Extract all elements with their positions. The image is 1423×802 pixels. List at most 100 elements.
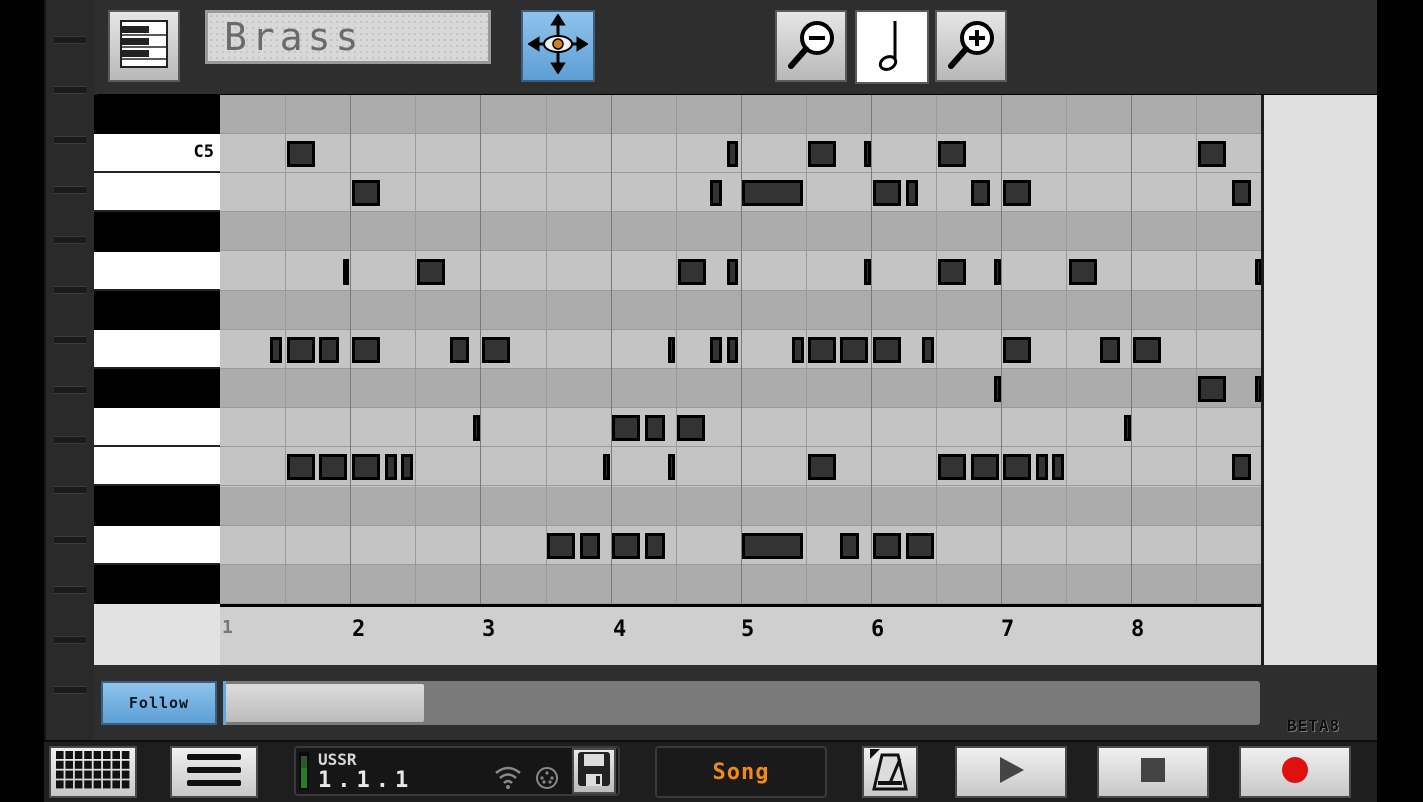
piano-black-key[interactable] — [94, 487, 220, 526]
midi-note[interactable] — [352, 180, 380, 206]
midi-note[interactable] — [1133, 337, 1161, 363]
midi-note[interactable] — [270, 337, 282, 363]
midi-note[interactable] — [401, 454, 413, 480]
stop-button[interactable] — [1097, 746, 1209, 798]
midi-note[interactable] — [319, 454, 347, 480]
midi-note[interactable] — [808, 454, 836, 480]
midi-note[interactable] — [1124, 415, 1131, 441]
midi-note[interactable] — [287, 141, 315, 167]
midi-note[interactable] — [938, 454, 966, 480]
midi-note[interactable] — [710, 337, 722, 363]
midi-note[interactable] — [808, 141, 836, 167]
follow-button[interactable]: Follow — [101, 681, 217, 725]
midi-note[interactable] — [547, 533, 575, 559]
midi-note[interactable] — [808, 337, 836, 363]
play-button[interactable] — [955, 746, 1067, 798]
piano-black-key[interactable] — [94, 291, 220, 330]
midi-note[interactable] — [417, 259, 445, 285]
piano-view-button[interactable] — [108, 10, 180, 82]
midi-note[interactable] — [668, 337, 675, 363]
midi-note[interactable] — [580, 533, 600, 559]
piano-white-key[interactable] — [94, 252, 220, 291]
midi-note[interactable] — [1232, 454, 1251, 480]
midi-note[interactable] — [1069, 259, 1097, 285]
midi-note[interactable] — [792, 337, 804, 363]
midi-note[interactable] — [922, 337, 934, 363]
midi-note[interactable] — [450, 337, 469, 363]
midi-note[interactable] — [482, 337, 510, 363]
midi-note[interactable] — [710, 180, 722, 206]
midi-note[interactable] — [971, 180, 990, 206]
midi-note[interactable] — [1003, 337, 1031, 363]
midi-note[interactable] — [612, 533, 640, 559]
midi-note[interactable] — [1100, 337, 1120, 363]
song-mode-button[interactable]: Song — [655, 746, 827, 798]
piano-black-key[interactable] — [94, 565, 220, 604]
midi-note[interactable] — [645, 415, 665, 441]
midi-note[interactable] — [1036, 454, 1048, 480]
midi-note[interactable] — [645, 533, 665, 559]
piano-white-key[interactable] — [94, 173, 220, 212]
midi-note[interactable] — [668, 454, 675, 480]
midi-note[interactable] — [840, 533, 859, 559]
midi-note[interactable] — [727, 259, 738, 285]
midi-note[interactable] — [352, 337, 380, 363]
midi-note[interactable] — [473, 415, 480, 441]
timeline-ruler[interactable]: 1 2 3 4 5 6 7 8 — [220, 604, 1261, 665]
midi-icon[interactable] — [535, 766, 559, 794]
midi-note[interactable] — [873, 337, 901, 363]
piano-black-key[interactable] — [94, 212, 220, 251]
piano-white-key[interactable] — [94, 330, 220, 369]
midi-note[interactable] — [873, 180, 901, 206]
metronome-button[interactable] — [862, 746, 918, 798]
midi-note[interactable] — [1198, 141, 1226, 167]
midi-note[interactable] — [742, 533, 803, 559]
midi-note[interactable] — [971, 454, 999, 480]
piano-white-key[interactable]: C5 — [94, 134, 220, 173]
midi-note[interactable] — [343, 259, 349, 285]
midi-note[interactable] — [603, 454, 610, 480]
note-length-button[interactable] — [855, 10, 929, 84]
piano-keyboard[interactable]: C5 — [94, 95, 220, 604]
zoom-in-button[interactable] — [935, 10, 1007, 82]
midi-note[interactable] — [319, 337, 339, 363]
midi-note[interactable] — [1052, 454, 1064, 480]
midi-note[interactable] — [385, 454, 397, 480]
midi-note[interactable] — [840, 337, 868, 363]
midi-note[interactable] — [352, 454, 380, 480]
piano-white-key[interactable] — [94, 408, 220, 447]
midi-note[interactable] — [677, 415, 705, 441]
scrollbar-thumb[interactable] — [225, 684, 424, 722]
move-view-button[interactable] — [521, 10, 595, 82]
midi-note[interactable] — [864, 259, 871, 285]
midi-note[interactable] — [287, 337, 315, 363]
midi-note[interactable] — [1232, 180, 1251, 206]
midi-note[interactable] — [1003, 180, 1031, 206]
piano-white-key[interactable] — [94, 447, 220, 486]
midi-note[interactable] — [727, 337, 738, 363]
midi-note[interactable] — [612, 415, 640, 441]
midi-note[interactable] — [906, 533, 934, 559]
wifi-icon[interactable] — [494, 764, 522, 794]
midi-note[interactable] — [727, 141, 738, 167]
midi-note[interactable] — [994, 376, 1001, 402]
grid-button[interactable] — [49, 746, 137, 798]
piano-white-key[interactable] — [94, 526, 220, 565]
midi-note[interactable] — [864, 141, 871, 167]
midi-note[interactable] — [994, 259, 1001, 285]
midi-note[interactable] — [287, 454, 315, 480]
midi-note[interactable] — [938, 259, 966, 285]
piano-black-key[interactable] — [94, 369, 220, 408]
midi-note[interactable] — [938, 141, 966, 167]
save-button[interactable] — [572, 748, 616, 794]
note-grid[interactable] — [220, 95, 1261, 604]
menu-button[interactable] — [170, 746, 258, 798]
midi-note[interactable] — [678, 259, 706, 285]
midi-note[interactable] — [906, 180, 918, 206]
instrument-name-display[interactable]: Brass — [205, 10, 491, 64]
midi-note[interactable] — [873, 533, 901, 559]
midi-note[interactable] — [1003, 454, 1031, 480]
record-button[interactable] — [1239, 746, 1351, 798]
midi-note[interactable] — [742, 180, 803, 206]
zoom-out-button[interactable] — [775, 10, 847, 82]
